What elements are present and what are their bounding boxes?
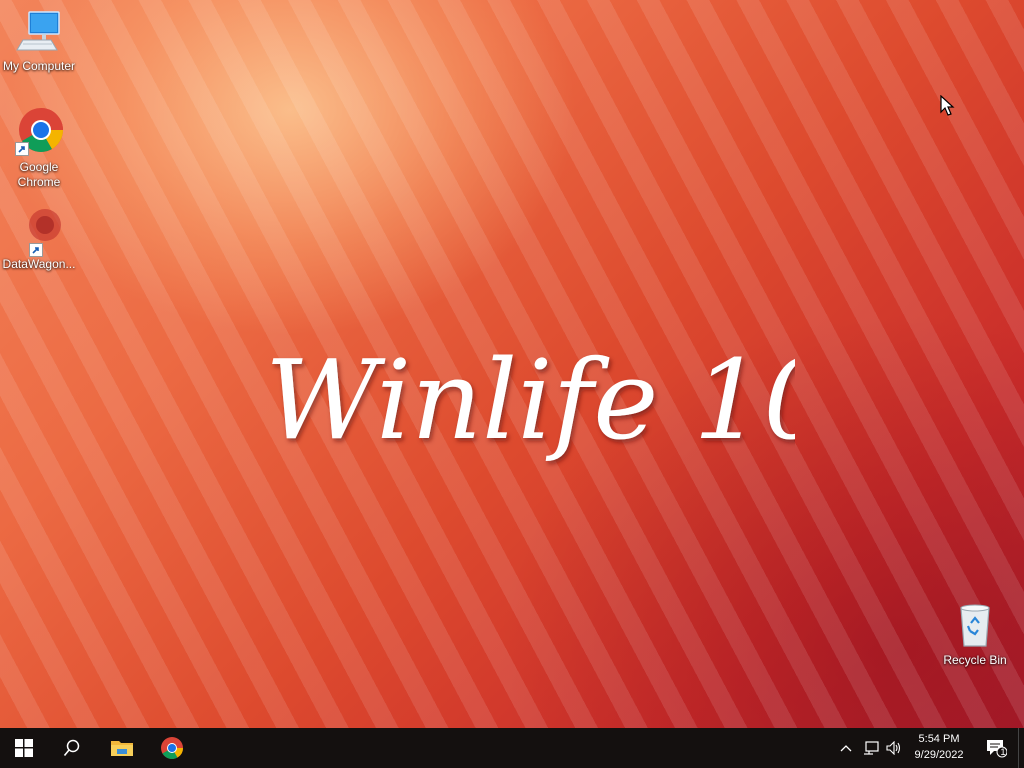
wallpaper-title: Winlife 10 [265,336,795,464]
clock-date: 9/29/2022 [914,749,964,761]
clock[interactable]: 5:54 PM 9/29/2022 [905,728,973,768]
chrome-icon [161,737,183,759]
show-desktop-button[interactable] [1018,728,1024,768]
desktop-icon-label: Recycle Bin [943,653,1007,667]
search-button[interactable] [48,728,96,768]
desktop-icon-recycle-bin[interactable]: Recycle Bin [937,602,1013,668]
shortcut-arrow-icon [29,243,43,257]
desktop-icon-label: My Computer [2,59,76,73]
desktop[interactable]: Winlife 10 My Computer Google Chrome Dat… [0,0,1024,728]
mouse-cursor-icon [940,95,955,116]
wallpaper-wordmark: Winlife 10 [265,336,795,464]
desktop-icon-google-chrome[interactable]: Google Chrome [1,106,77,190]
taskbar-google-chrome[interactable] [148,728,196,768]
desktop-icon-datawagon[interactable]: DataWagon... [1,205,77,272]
chevron-up-icon [840,745,852,752]
action-center-button[interactable]: 1 [978,728,1014,768]
recycle-bin-icon [951,602,999,650]
datawagon-icon [15,205,63,257]
desktop-icon-label: DataWagon... [2,257,76,271]
network-tray-button[interactable] [859,728,883,768]
folder-icon [111,741,133,756]
network-icon [864,741,879,755]
volume-icon [886,741,901,755]
taskbar: 5:54 PM 9/29/2022 1 [0,728,1024,768]
notification-count-badge: 1 [1000,747,1006,757]
computer-icon [15,10,63,58]
chrome-icon [15,106,63,156]
desktop-icon-my-computer[interactable]: My Computer [1,10,77,74]
search-icon [63,739,80,757]
shortcut-arrow-icon [15,142,29,156]
windows-start-icon [15,739,33,757]
taskbar-file-explorer[interactable] [98,728,146,768]
show-hidden-icons-button[interactable] [835,728,857,768]
clock-time: 5:54 PM [918,733,960,745]
desktop-icon-label: Google Chrome [17,160,61,189]
start-button[interactable] [0,728,48,768]
volume-tray-button[interactable] [883,728,905,768]
